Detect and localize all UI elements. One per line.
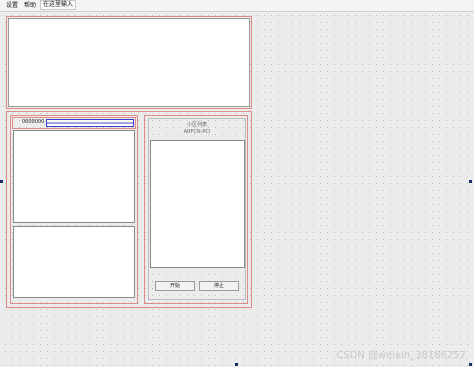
cell-list-view[interactable]	[150, 140, 245, 268]
combo-value[interactable]: 0000000	[22, 119, 44, 126]
menu-type-here[interactable]: 在这里输入	[40, 0, 77, 10]
resize-handle-left[interactable]	[0, 180, 3, 183]
menu-bar: 设置 帮助 在这里输入	[0, 0, 474, 12]
resize-handle-right[interactable]	[469, 180, 472, 183]
watermark-text: CSDN @weixin_38186257	[336, 350, 466, 361]
resize-handle-corner[interactable]	[469, 363, 472, 366]
cell-list-subtitle: ARFCN-PCI	[183, 129, 211, 135]
cell-list-title: 小区列表	[186, 122, 207, 128]
start-button[interactable]: 开始	[155, 281, 195, 291]
top-text-panel[interactable]	[8, 18, 250, 107]
upper-text-panel[interactable]	[13, 130, 135, 223]
line-edit-input[interactable]	[46, 119, 134, 127]
stop-button[interactable]: 停止	[199, 281, 239, 291]
menu-help[interactable]: 帮助	[22, 1, 38, 10]
resize-handle-bottom[interactable]	[235, 363, 238, 366]
menu-settings[interactable]: 设置	[4, 1, 20, 10]
lower-text-panel[interactable]	[13, 226, 135, 298]
